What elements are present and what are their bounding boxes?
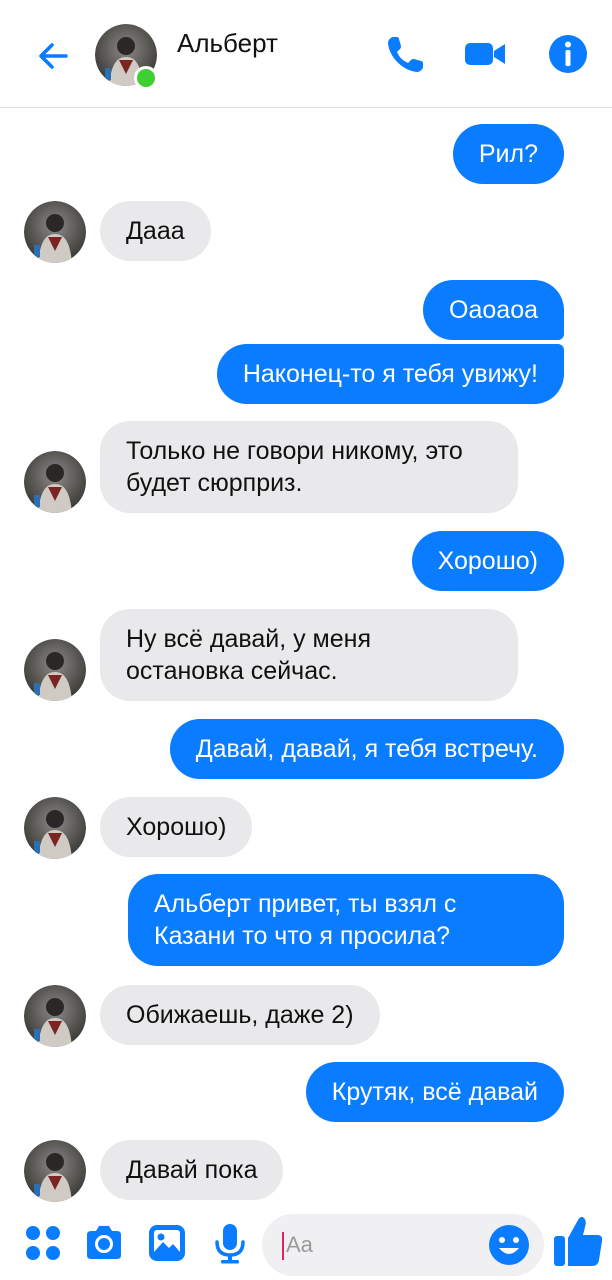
video-camera-icon[interactable] [463, 32, 507, 76]
message-bubble-incoming[interactable]: Только не говори никому, это будет сюрпр… [100, 421, 518, 513]
sender-avatar[interactable] [24, 797, 86, 859]
message-bubble-incoming[interactable]: Обижаешь, даже 2) [100, 985, 380, 1045]
message-bubble-outgoing[interactable]: Крутяк, всё давай [305, 1062, 564, 1122]
menu-dots-icon[interactable] [22, 1222, 64, 1264]
message-bubble-incoming[interactable]: Давай пока [100, 1140, 284, 1200]
composer-bar: Aa [0, 1206, 612, 1280]
thumbs-up-icon[interactable] [552, 1214, 604, 1270]
message-bubble-incoming[interactable]: Хорошо) [100, 797, 253, 857]
contact-name[interactable]: Альберт [177, 28, 278, 59]
phone-icon[interactable] [384, 32, 428, 76]
gallery-icon[interactable] [146, 1222, 188, 1264]
message-list: Рил? Дааа Оаоаоа Наконец-то я тебя увижу… [0, 109, 612, 1209]
message-bubble-outgoing[interactable]: Оаоаоа [423, 280, 564, 340]
text-cursor [282, 1232, 284, 1260]
message-bubble-incoming[interactable]: Ну всё давай, у меня остановка сейчас. [100, 609, 518, 701]
message-input-placeholder: Aa [286, 1232, 313, 1257]
sender-avatar[interactable] [24, 1140, 86, 1202]
sender-avatar[interactable] [24, 451, 86, 513]
message-bubble-outgoing[interactable]: Рил? [452, 124, 564, 184]
message-input[interactable]: Aa [262, 1214, 544, 1276]
camera-icon[interactable] [83, 1222, 125, 1264]
microphone-icon[interactable] [209, 1222, 251, 1264]
message-bubble-incoming[interactable]: Дааа [100, 201, 211, 261]
info-icon[interactable] [546, 32, 590, 76]
online-status-dot [134, 66, 158, 90]
back-arrow-icon[interactable] [34, 36, 74, 76]
sender-avatar[interactable] [24, 639, 86, 701]
message-bubble-outgoing[interactable]: Альберт привет, ты взял с Казани то что … [128, 874, 564, 966]
message-bubble-outgoing[interactable]: Наконец-то я тебя увижу! [216, 344, 564, 404]
message-bubble-outgoing[interactable]: Хорошо) [411, 531, 564, 591]
chat-header: Альберт [0, 0, 612, 108]
message-bubble-outgoing[interactable]: Давай, давай, я тебя встречу. [169, 719, 564, 779]
sender-avatar[interactable] [24, 985, 86, 1047]
emoji-icon[interactable] [488, 1224, 530, 1266]
sender-avatar[interactable] [24, 201, 86, 263]
